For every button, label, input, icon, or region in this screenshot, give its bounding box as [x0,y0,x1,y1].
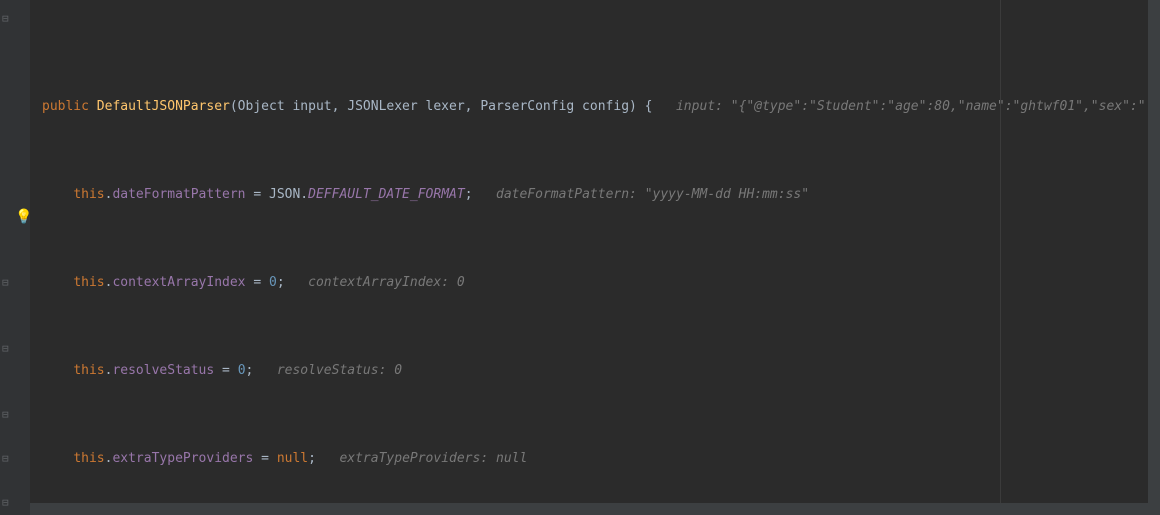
fold-marker[interactable]: ⊟ [2,272,9,294]
gutter: ⊟ ⊟ ⊟ ⊟ ⊟ ⊟ 💡 [0,0,30,515]
code-editor[interactable]: ⊟ ⊟ ⊟ ⊟ ⊟ ⊟ 💡 public DefaultJSONParser(O… [0,0,1160,515]
inline-hint: dateFormatPattern: "yyyy-MM-dd HH:mm:ss" [496,187,809,202]
inline-hint: contextArrayIndex: 0 [308,275,465,290]
horizontal-scrollbar[interactable] [30,503,1160,515]
fold-marker[interactable]: ⊟ [2,404,9,426]
fold-marker[interactable]: ⊟ [2,8,9,30]
static-field: DEFFAULT_DATE_FORMAT [308,187,465,202]
code-line[interactable]: public DefaultJSONParser(Object input, J… [30,96,1160,118]
keyword-public: public [42,99,89,114]
code-area[interactable]: public DefaultJSONParser(Object input, J… [30,0,1160,515]
fold-marker[interactable]: ⊟ [2,492,9,514]
inline-hint: resolveStatus: 0 [277,363,402,378]
field-ref: dateFormatPattern [112,187,245,202]
code-line[interactable]: this.extraTypeProviders = null; extraTyp… [30,448,1160,470]
method-name: DefaultJSONParser [97,99,230,114]
params: (Object input, JSONLexer lexer, ParserCo… [230,99,653,114]
right-margin-line [1000,0,1001,515]
fold-marker[interactable]: ⊟ [2,338,9,360]
lightbulb-icon[interactable]: 💡 [15,206,27,222]
code-line[interactable]: this.contextArrayIndex = 0; contextArray… [30,272,1160,294]
keyword-this: this [73,187,104,202]
inline-hint: extraTypeProviders: null [339,451,527,466]
vertical-scrollbar[interactable] [1148,0,1160,503]
fold-marker[interactable]: ⊟ [2,448,9,470]
code-line[interactable]: this.dateFormatPattern = JSON.DEFFAULT_D… [30,184,1160,206]
code-line[interactable]: this.resolveStatus = 0; resolveStatus: 0 [30,360,1160,382]
inline-hint: input: "{"@type":"Student":"age":80,"nam… [676,99,1146,114]
